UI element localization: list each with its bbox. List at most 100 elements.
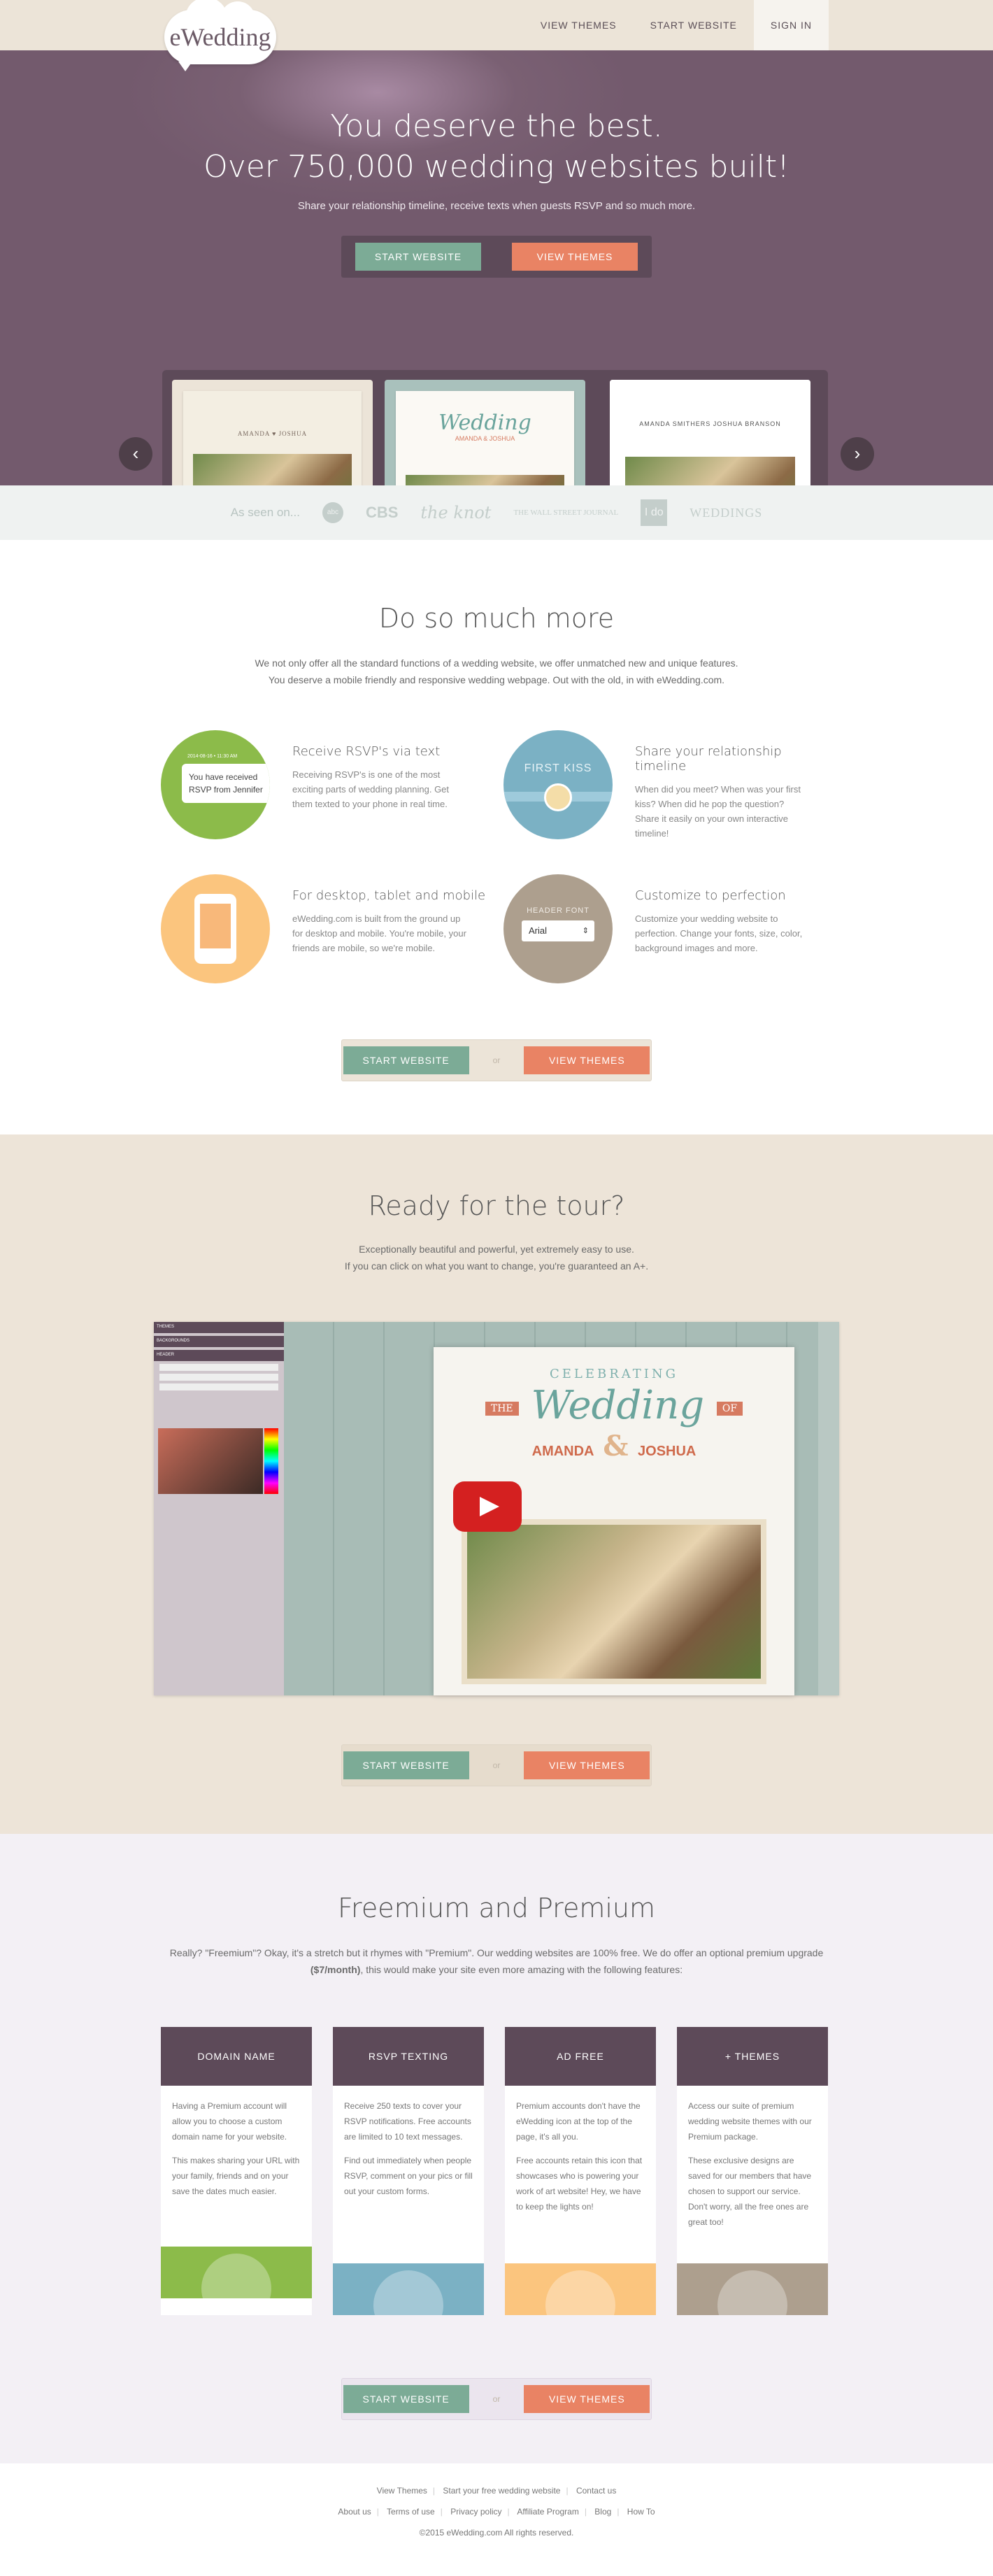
hero-title-line2: Over 750,000 wedding websites built!: [203, 149, 790, 185]
footer-link-about[interactable]: About us: [338, 2507, 371, 2517]
theme-carousel: AMANDA ♥ JOSHUA Wedding AMANDA & JOSHUA …: [162, 370, 828, 485]
premium-intro-text: Really? "Freemium"? Okay, it's a stretch…: [169, 1947, 824, 1958]
premium-card-adfree: AD FREE Premium accounts don't have the …: [505, 2027, 656, 2315]
footer-link-start-website[interactable]: Start your free wedding website: [443, 2486, 560, 2496]
feature-text: Customize your wedding website to perfec…: [635, 913, 803, 953]
hero-title-line1: You deserve the best.: [330, 108, 663, 144]
hero-section: You deserve the best. Over 750,000 weddi…: [0, 50, 993, 485]
tour-video[interactable]: THEMES BACKGROUNDS HEADER CELEBRATING TH…: [154, 1322, 839, 1695]
premium-card-text: These exclusive designs are saved for ou…: [688, 2156, 812, 2227]
ido-logo: I do: [641, 499, 668, 526]
footer-link-privacy[interactable]: Privacy policy: [450, 2507, 501, 2517]
play-icon[interactable]: [453, 1481, 522, 1532]
feature-text: eWedding.com is built from the ground up…: [292, 913, 466, 953]
wsj-logo: THE WALL STREET JOURNAL: [513, 508, 619, 517]
name-1: AMANDA: [531, 1444, 594, 1459]
editor-field: [159, 1374, 278, 1381]
copyright: ©2015 eWedding.com All rights reserved.: [419, 2528, 574, 2538]
features-intro-line1: We not only offer all the standard funct…: [255, 657, 738, 669]
tour-intro-line1: Exceptionally beautiful and powerful, ye…: [359, 1244, 634, 1255]
features-cta-bar: START WEBSITE or VIEW THEMES: [341, 1039, 652, 1081]
or-label: or: [492, 1055, 501, 1065]
nav-view-themes[interactable]: VIEW THEMES: [524, 0, 634, 50]
star-icon: [677, 2263, 828, 2315]
no-ads-icon: [505, 2263, 656, 2315]
premium-card-text: This makes sharing your URL with your fa…: [172, 2156, 300, 2196]
theme-card[interactable]: AMANDA ♥ JOSHUA: [172, 380, 373, 485]
phone-icon: [194, 894, 236, 964]
nav-sign-in[interactable]: SIGN IN: [753, 0, 829, 50]
premium-card-domain: DOMAIN NAME Having a Premium account wil…: [161, 2027, 312, 2315]
mobile-illustration: [161, 874, 270, 983]
carousel-next-button[interactable]: ›: [841, 437, 874, 471]
theme-card[interactable]: Wedding AMANDA & JOSHUA: [385, 380, 585, 485]
tour-view-themes-button[interactable]: VIEW THEMES: [524, 1751, 650, 1779]
premium-card-body: Access our suite of premium wedding webs…: [677, 2086, 828, 2263]
ampersand: &: [603, 1430, 629, 1463]
footer-link-how-to[interactable]: How To: [627, 2507, 655, 2517]
footer-link-affiliate[interactable]: Affiliate Program: [517, 2507, 578, 2517]
editor-sidebar: THEMES BACKGROUNDS HEADER: [154, 1322, 284, 1695]
feature-title: For desktop, tablet and mobile: [292, 888, 486, 903]
feature-title: Customize to perfection: [635, 888, 786, 903]
footer: View Themes | Start your free wedding web…: [0, 2463, 993, 2547]
tour-section: Ready for the tour? Exceptionally beauti…: [0, 1134, 993, 1834]
premium-view-themes-button[interactable]: VIEW THEMES: [524, 2385, 650, 2413]
weddings-logo: WEDDINGS: [690, 505, 763, 520]
or-label: or: [492, 2394, 501, 2404]
footer-row-primary: View Themes | Start your free wedding web…: [376, 2486, 617, 2496]
theme-card-names: AMANDA ♥ JOSHUA: [237, 430, 308, 437]
premium-card-text: Find out immediately when people RSVP, c…: [344, 2156, 473, 2196]
feature-text: Receiving RSVP's is one of the most exci…: [292, 769, 450, 809]
features-view-themes-button[interactable]: VIEW THEMES: [524, 1046, 650, 1074]
feature-title: Receive RSVP's via text: [292, 744, 441, 759]
premium-card-body: Receive 250 texts to cover your RSVP not…: [333, 2086, 484, 2263]
globe-icon: [161, 2247, 312, 2298]
theme-preview: AMANDA SMITHERS JOSHUA BRANSON: [610, 380, 810, 485]
footer-link-view-themes[interactable]: View Themes: [377, 2486, 427, 2496]
ewedding-logo[interactable]: eWedding: [164, 0, 276, 71]
feature-rsvp-text: 2014-08-16 • 11:30 AM You have received …: [161, 730, 503, 841]
abc-logo: abc: [322, 502, 343, 523]
editor-field: [159, 1364, 278, 1371]
feature-customize: HEADER FONT Arial Customize to perfectio…: [503, 874, 832, 983]
features-section: Do so much more We not only offer all th…: [0, 540, 993, 1134]
editor-field: [159, 1383, 278, 1390]
premium-card-body: Premium accounts don't have the eWedding…: [505, 2086, 656, 2263]
footer-link-blog[interactable]: Blog: [594, 2507, 611, 2517]
tour-start-website-button[interactable]: START WEBSITE: [343, 1751, 469, 1779]
of-ribbon: OF: [716, 1401, 743, 1416]
hero-view-themes-button[interactable]: VIEW THEMES: [512, 243, 638, 271]
nav-start-website[interactable]: START WEBSITE: [634, 0, 754, 50]
hero-start-website-button[interactable]: START WEBSITE: [355, 243, 481, 271]
wedding-script: THE Wedding OF: [434, 1383, 794, 1428]
premium-card-text: Receive 250 texts to cover your RSVP not…: [344, 2101, 471, 2142]
tour-cta-bar: START WEBSITE or VIEW THEMES: [341, 1744, 652, 1786]
tour-intro-line2: If you can click on what you want to cha…: [344, 1260, 649, 1272]
feature-timeline: FIRST KISS Share your relationship timel…: [503, 730, 832, 841]
editor-panel-bar: BACKGROUNDS: [154, 1336, 284, 1347]
nav-links: VIEW THEMES START WEBSITE SIGN IN: [524, 0, 829, 50]
timeline-dot: [544, 783, 572, 811]
logo-text: eWedding: [169, 23, 271, 51]
the-ribbon: THE: [485, 1401, 519, 1416]
premium-start-website-button[interactable]: START WEBSITE: [343, 2385, 469, 2413]
top-nav: eWedding VIEW THEMES START WEBSITE SIGN …: [0, 0, 993, 71]
premium-features: DOMAIN NAME Having a Premium account wil…: [161, 2027, 832, 2315]
carousel-prev-button[interactable]: ‹: [119, 437, 152, 471]
customize-illustration: HEADER FONT Arial: [503, 874, 613, 983]
as-seen-on-bar: As seen on... abc CBS the knot THE WALL …: [0, 485, 993, 540]
footer-link-contact[interactable]: Contact us: [576, 2486, 616, 2496]
features-start-website-button[interactable]: START WEBSITE: [343, 1046, 469, 1074]
premium-card-themes: + THEMES Access our suite of premium wed…: [677, 2027, 828, 2315]
footer-link-terms[interactable]: Terms of use: [387, 2507, 435, 2517]
chat-bubble-icon: [333, 2263, 484, 2315]
hue-slider: [264, 1428, 278, 1494]
as-seen-on-label: As seen on...: [230, 506, 300, 519]
couple-photo: [193, 454, 352, 485]
rsvp-text-illustration: 2014-08-16 • 11:30 AM You have received …: [161, 730, 270, 839]
celebrating-text: CELEBRATING: [549, 1367, 679, 1381]
theme-card[interactable]: AMANDA SMITHERS JOSHUA BRANSON: [610, 380, 810, 485]
premium-card-title: DOMAIN NAME: [161, 2027, 312, 2086]
theme-card-names: AMANDA SMITHERS JOSHUA BRANSON: [639, 420, 781, 427]
